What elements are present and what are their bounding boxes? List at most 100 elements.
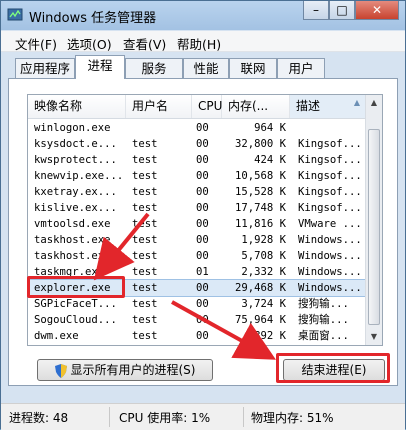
status-separator bbox=[243, 407, 244, 427]
scroll-thumb[interactable] bbox=[368, 129, 380, 325]
scroll-up-arrow-icon[interactable]: ▲ bbox=[366, 95, 382, 111]
user-name-cell: test bbox=[132, 170, 158, 182]
uac-shield-icon bbox=[54, 363, 67, 378]
memory-cell: 29,468 K bbox=[234, 282, 286, 294]
title-bar[interactable]: Windows 任务管理器 – □ ✕ bbox=[1, 1, 405, 30]
user-name-cell: test bbox=[132, 154, 158, 166]
memory-cell: 11,816 K bbox=[234, 218, 286, 230]
tab-performance[interactable]: 性能 bbox=[183, 58, 229, 78]
description-cell: Windows... bbox=[298, 234, 362, 246]
cpu-cell: 00 bbox=[196, 314, 209, 326]
user-name-cell: test bbox=[132, 234, 158, 246]
tab-strip: 应用程序 进程 服务 性能 联网 用户 bbox=[1, 53, 405, 79]
image-name-cell: dwm.exe bbox=[34, 330, 79, 342]
user-name-cell: test bbox=[132, 298, 158, 310]
image-name-cell: kislive.ex... bbox=[34, 202, 117, 214]
column-cpu[interactable]: CPU bbox=[192, 95, 222, 118]
description-cell: 搜狗输... bbox=[298, 298, 349, 310]
scroll-down-arrow-icon[interactable]: ▼ bbox=[366, 329, 382, 345]
description-cell: Windows... bbox=[298, 282, 362, 294]
image-name-cell: SogouCloud... bbox=[34, 314, 117, 326]
show-all-processes-label: 显示所有用户的进程(S) bbox=[70, 363, 196, 377]
memory-cell: 75,964 K bbox=[234, 314, 286, 326]
menu-file[interactable]: 文件(F) bbox=[15, 34, 57, 53]
menu-help[interactable]: 帮助(H) bbox=[177, 34, 221, 53]
user-name-cell: test bbox=[132, 330, 158, 342]
cpu-cell: 00 bbox=[196, 218, 209, 230]
process-row[interactable]: SGPicFaceT... test 00 3,724 K 搜狗输... bbox=[28, 296, 367, 312]
maximize-button[interactable]: □ bbox=[329, 1, 355, 20]
memory-cell: 3,724 K bbox=[241, 298, 286, 310]
process-row[interactable]: dwm.exe test 00 892 K 桌面窗... bbox=[28, 328, 367, 344]
tab-networking[interactable]: 联网 bbox=[229, 58, 277, 78]
user-name-cell: test bbox=[132, 186, 158, 198]
cpu-cell: 01 bbox=[196, 266, 209, 278]
process-list[interactable]: 映像名称 用户名 CPU 内存(... 描述 ▲ winlogon.exe 00 9… bbox=[27, 94, 383, 346]
image-name-cell: SGPicFaceT... bbox=[34, 298, 117, 310]
close-button[interactable]: ✕ bbox=[355, 1, 399, 20]
cpu-cell: 00 bbox=[196, 282, 209, 294]
process-count: 进程数: 48 bbox=[9, 411, 69, 425]
description-cell: 桌面窗... bbox=[298, 330, 349, 342]
user-name-cell: test bbox=[132, 202, 158, 214]
memory-cell: 964 K bbox=[254, 122, 286, 134]
user-name-cell bbox=[132, 120, 192, 136]
cpu-cell: 00 bbox=[196, 330, 209, 342]
description-cell: Kingsof... bbox=[298, 170, 362, 182]
tab-applications[interactable]: 应用程序 bbox=[15, 58, 75, 78]
process-row[interactable]: knewvip.exe... test 00 10,568 K Kingsof... bbox=[28, 168, 367, 184]
process-row[interactable]: winlogon.exe 00 964 K bbox=[28, 120, 367, 136]
cpu-cell: 00 bbox=[196, 154, 209, 166]
process-row[interactable]: kxetray.ex... test 00 15,528 K Kingsof... bbox=[28, 184, 367, 200]
menu-bar: 文件(F) 选项(O) 查看(V) 帮助(H) bbox=[1, 31, 405, 52]
cpu-cell: 00 bbox=[196, 234, 209, 246]
column-user-name[interactable]: 用户名 bbox=[126, 95, 192, 118]
annotation-highlight-explorer bbox=[27, 276, 125, 298]
menu-view[interactable]: 查看(V) bbox=[123, 34, 166, 53]
image-name-cell: winlogon.exe bbox=[34, 122, 111, 134]
user-name-cell: test bbox=[132, 266, 158, 278]
physical-memory: 物理内存: 51% bbox=[251, 411, 334, 425]
memory-cell: 10,568 K bbox=[234, 170, 286, 182]
memory-cell: 2,332 K bbox=[241, 266, 286, 278]
description-cell: VMware ... bbox=[298, 218, 362, 230]
column-description-label: 描述 bbox=[296, 99, 321, 113]
image-name-cell: ksysdoct.e... bbox=[34, 138, 117, 150]
description-cell: Kingsof... bbox=[298, 138, 362, 150]
show-all-processes-button[interactable]: 显示所有用户的进程(S) bbox=[37, 359, 213, 381]
image-name-cell: knewvip.exe... bbox=[34, 170, 122, 182]
process-row[interactable]: SogouCloud... test 00 75,964 K 搜狗输... bbox=[28, 312, 367, 328]
process-rows: winlogon.exe 00 964 K ksysdoct.e... test 00 32… bbox=[28, 120, 368, 344]
column-image-name[interactable]: 映像名称 bbox=[28, 95, 126, 118]
tab-users[interactable]: 用户 bbox=[277, 58, 325, 78]
tab-processes[interactable]: 进程 bbox=[75, 55, 125, 79]
image-name-cell: taskhost.exe bbox=[34, 234, 111, 246]
user-name-cell: test bbox=[132, 314, 158, 326]
user-name-cell: test bbox=[132, 250, 158, 262]
process-row[interactable]: taskhost.exe test 00 5,708 K Windows... bbox=[28, 248, 367, 264]
cpu-cell: 00 bbox=[196, 202, 209, 214]
user-name-cell: test bbox=[132, 282, 158, 294]
memory-cell: 15,528 K bbox=[234, 186, 286, 198]
minimize-button[interactable]: – bbox=[303, 1, 329, 20]
memory-cell: 17,748 K bbox=[234, 202, 286, 214]
tab-services[interactable]: 服务 bbox=[125, 58, 183, 78]
process-row[interactable]: kwsprotect... test 00 424 K Kingsof... bbox=[28, 152, 367, 168]
cpu-cell: 00 bbox=[196, 170, 209, 182]
description-cell: 搜狗输... bbox=[298, 314, 349, 326]
cpu-cell: 00 bbox=[196, 186, 209, 198]
sort-ascending-icon: ▲ bbox=[353, 98, 360, 107]
process-row[interactable]: taskhost.exe test 00 1,928 K Windows... bbox=[28, 232, 367, 248]
description-cell: Kingsof... bbox=[298, 202, 362, 214]
description-cell: Windows... bbox=[298, 266, 362, 278]
vertical-scrollbar[interactable]: ▲ ▼ bbox=[365, 95, 382, 345]
menu-options[interactable]: 选项(O) bbox=[67, 34, 112, 53]
column-description[interactable]: 描述 ▲ bbox=[290, 95, 367, 118]
column-memory[interactable]: 内存(... bbox=[222, 95, 290, 118]
process-row[interactable]: vmtoolsd.exe test 00 11,816 K VMware ... bbox=[28, 216, 367, 232]
process-row[interactable]: ksysdoct.e... test 00 32,800 K Kingsof... bbox=[28, 136, 367, 152]
user-name-cell: test bbox=[132, 138, 158, 150]
process-row[interactable]: kislive.ex... test 00 17,748 K Kingsof... bbox=[28, 200, 367, 216]
memory-cell: 424 K bbox=[254, 154, 286, 166]
memory-cell: 1,928 K bbox=[241, 234, 286, 246]
